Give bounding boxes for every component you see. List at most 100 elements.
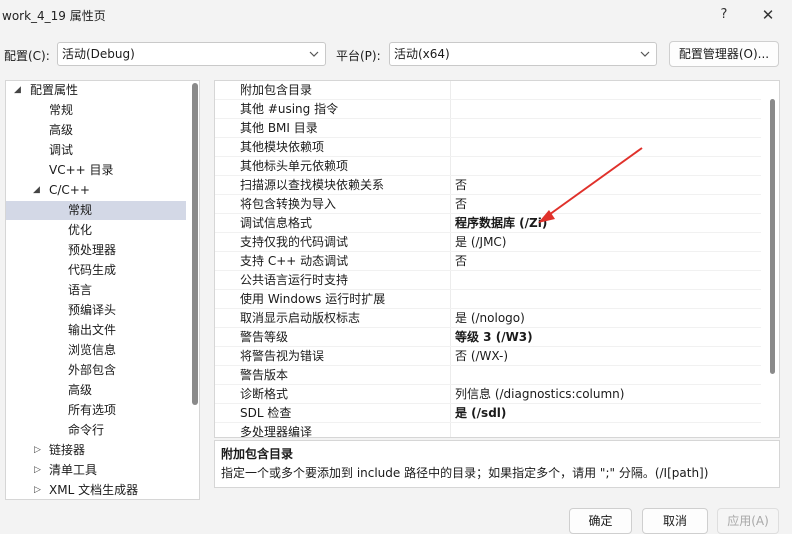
property-name: 调试信息格式 bbox=[240, 216, 313, 230]
property-value[interactable]: 否 bbox=[455, 195, 755, 214]
property-row[interactable]: 其他 #using 指令 bbox=[215, 100, 761, 119]
property-name: 多处理器编译 bbox=[240, 425, 313, 438]
tree-item-manifest-tool[interactable]: ▷ 清单工具 bbox=[6, 461, 191, 480]
tree-item-cpp[interactable]: ◢ C/C++ bbox=[6, 181, 191, 200]
property-row[interactable]: 其他模块依赖项 bbox=[215, 138, 761, 157]
property-row[interactable]: 其他标头单元依赖项 bbox=[215, 157, 761, 176]
window-title: work_4_19 属性页 bbox=[2, 9, 106, 23]
tree-item-output-files[interactable]: 输出文件 bbox=[68, 321, 116, 340]
property-row[interactable]: 将警告视为错误 否 (/WX-) bbox=[215, 347, 761, 366]
tree-item-precompiled-headers[interactable]: 预编译头 bbox=[68, 301, 116, 320]
tree-item-general[interactable]: 常规 bbox=[49, 101, 73, 120]
property-name: 支持仅我的代码调试 bbox=[240, 235, 349, 249]
property-name: 将警告视为错误 bbox=[240, 349, 325, 363]
description-text: 指定一个或多个要添加到 include 路径中的目录；如果指定多个，请用 ";"… bbox=[221, 466, 709, 480]
tree-item-cpp-general[interactable]: 常规 bbox=[6, 201, 186, 220]
configuration-select[interactable]: 活动(Debug) bbox=[57, 42, 326, 66]
property-name: 其他模块依赖项 bbox=[240, 140, 325, 154]
tree-item-optimization[interactable]: 优化 bbox=[68, 221, 92, 240]
tree-item-command-line[interactable]: 命令行 bbox=[68, 421, 104, 440]
tree-item-debugging[interactable]: 调试 bbox=[49, 141, 73, 160]
property-value[interactable]: 否 (/WX-) bbox=[455, 347, 755, 366]
tree-item-label: C/C++ bbox=[49, 183, 90, 197]
property-name: 其他 #using 指令 bbox=[240, 102, 339, 116]
property-row[interactable]: 将包含转换为导入 否 bbox=[215, 195, 761, 214]
tree-item-label: 配置属性 bbox=[30, 83, 79, 97]
collapsed-triangle-icon[interactable]: ▷ bbox=[34, 461, 41, 480]
property-row[interactable]: 调试信息格式 程序数据库 (/Zi) bbox=[215, 214, 761, 233]
tree-item-browse-information[interactable]: 浏览信息 bbox=[68, 341, 116, 360]
close-button[interactable]: ✕ bbox=[756, 4, 780, 26]
tree-item-all-options[interactable]: 所有选项 bbox=[68, 401, 116, 420]
tree-item-label: 常规 bbox=[68, 203, 93, 217]
property-tree[interactable]: ◢ 配置属性 常规 高级 调试 VC++ 目录 ◢ C/C++ 常规 优化 预处… bbox=[5, 80, 200, 500]
property-row[interactable]: 诊断格式 列信息 (/diagnostics:column) bbox=[215, 385, 761, 404]
tree-scrollbar[interactable] bbox=[192, 83, 198, 405]
tree-item-label: XML 文档生成器 bbox=[49, 483, 139, 497]
tree-item-xml-doc-generator[interactable]: ▷ XML 文档生成器 bbox=[6, 481, 191, 499]
property-value[interactable]: 是 (/nologo) bbox=[455, 309, 755, 328]
description-pane: 附加包含目录 指定一个或多个要添加到 include 路径中的目录；如果指定多个… bbox=[214, 440, 780, 488]
platform-value: 活动(x64) bbox=[394, 47, 450, 61]
property-value[interactable]: 程序数据库 (/Zi) bbox=[455, 214, 755, 233]
tree-item-code-generation[interactable]: 代码生成 bbox=[68, 261, 116, 280]
property-row[interactable]: 扫描源以查找模块依赖关系 否 bbox=[215, 176, 761, 195]
property-name: 诊断格式 bbox=[240, 387, 289, 401]
tree-item-label: 清单工具 bbox=[49, 463, 98, 477]
cancel-button[interactable]: 取消 bbox=[642, 508, 708, 534]
tree-item-preprocessor[interactable]: 预处理器 bbox=[68, 241, 116, 260]
property-name: 使用 Windows 运行时扩展 bbox=[240, 292, 386, 306]
property-name: 扫描源以查找模块依赖关系 bbox=[240, 178, 385, 192]
property-row[interactable]: 取消显示启动版权标志 是 (/nologo) bbox=[215, 309, 761, 328]
property-row[interactable]: SDL 检查 是 (/sdl) bbox=[215, 404, 761, 423]
ok-button[interactable]: 确定 bbox=[569, 508, 632, 534]
tree-item-external-includes[interactable]: 外部包含 bbox=[68, 361, 116, 380]
platform-label: 平台(P): bbox=[336, 49, 381, 63]
expanded-triangle-icon[interactable]: ◢ bbox=[33, 181, 40, 200]
chevron-down-icon bbox=[309, 51, 319, 57]
configuration-manager-button[interactable]: 配置管理器(O)... bbox=[669, 41, 779, 67]
property-row[interactable]: 使用 Windows 运行时扩展 bbox=[215, 290, 761, 309]
tree-item-vc-directories[interactable]: VC++ 目录 bbox=[49, 161, 114, 180]
tree-item-cpp-advanced[interactable]: 高级 bbox=[68, 381, 92, 400]
property-row[interactable]: 附加包含目录 bbox=[215, 81, 761, 100]
property-grid[interactable]: 附加包含目录 其他 #using 指令 其他 BMI 目录 其他模块依赖项 其他… bbox=[214, 80, 780, 438]
property-name: 其他 BMI 目录 bbox=[240, 121, 318, 135]
tree-item-language[interactable]: 语言 bbox=[68, 281, 92, 300]
property-name: 支持 C++ 动态调试 bbox=[240, 254, 349, 268]
description-title: 附加包含目录 bbox=[221, 447, 294, 461]
property-row[interactable]: 多处理器编译 bbox=[215, 423, 761, 438]
tree-item-label: 链接器 bbox=[49, 443, 86, 457]
property-row[interactable]: 警告等级 等级 3 (/W3) bbox=[215, 328, 761, 347]
apply-button[interactable]: 应用(A) bbox=[717, 508, 779, 534]
collapsed-triangle-icon[interactable]: ▷ bbox=[34, 441, 41, 460]
property-name: 警告版本 bbox=[240, 368, 289, 382]
property-value[interactable]: 否 bbox=[455, 252, 755, 271]
help-button[interactable]: ? bbox=[712, 4, 736, 26]
collapsed-triangle-icon[interactable]: ▷ bbox=[34, 481, 41, 499]
property-name: SDL 检查 bbox=[240, 406, 292, 420]
tree-item-config-properties[interactable]: ◢ 配置属性 bbox=[6, 81, 191, 100]
property-value[interactable]: 是 (/sdl) bbox=[455, 404, 755, 423]
configuration-value: 活动(Debug) bbox=[62, 47, 135, 61]
property-name: 将包含转换为导入 bbox=[240, 197, 337, 211]
property-value[interactable]: 列信息 (/diagnostics:column) bbox=[455, 385, 755, 404]
property-row[interactable]: 其他 BMI 目录 bbox=[215, 119, 761, 138]
title-bar: work_4_19 属性页 ? ✕ bbox=[0, 0, 792, 32]
property-row[interactable]: 警告版本 bbox=[215, 366, 761, 385]
property-name: 附加包含目录 bbox=[240, 83, 313, 97]
platform-select[interactable]: 活动(x64) bbox=[389, 42, 657, 66]
expanded-triangle-icon[interactable]: ◢ bbox=[14, 81, 21, 100]
property-value[interactable]: 是 (/JMC) bbox=[455, 233, 755, 252]
property-name: 警告等级 bbox=[240, 330, 289, 344]
chevron-down-icon bbox=[640, 51, 650, 57]
property-value[interactable]: 等级 3 (/W3) bbox=[455, 328, 755, 347]
grid-scrollbar[interactable] bbox=[770, 99, 775, 374]
property-value[interactable]: 否 bbox=[455, 176, 755, 195]
property-row[interactable]: 公共语言运行时支持 bbox=[215, 271, 761, 290]
property-row[interactable]: 支持仅我的代码调试 是 (/JMC) bbox=[215, 233, 761, 252]
property-name: 其他标头单元依赖项 bbox=[240, 159, 349, 173]
property-row[interactable]: 支持 C++ 动态调试 否 bbox=[215, 252, 761, 271]
tree-item-advanced[interactable]: 高级 bbox=[49, 121, 73, 140]
tree-item-linker[interactable]: ▷ 链接器 bbox=[6, 441, 191, 460]
